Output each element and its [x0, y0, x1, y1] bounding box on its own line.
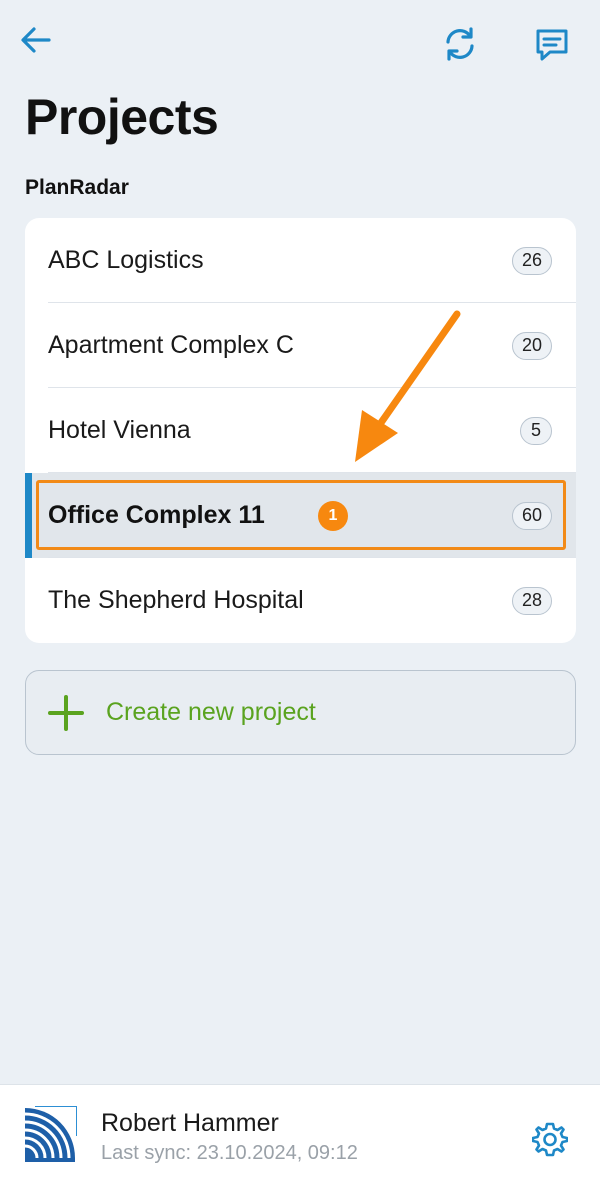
last-sync-timestamp: Last sync: 23.10.2024, 09:12: [101, 1142, 358, 1164]
create-project-label: Create new project: [106, 698, 316, 726]
user-name: Robert Hammer: [101, 1109, 279, 1137]
gear-icon: [532, 1122, 568, 1157]
planradar-logo-icon: [23, 1106, 77, 1162]
create-project-button[interactable]: Create new project: [25, 670, 576, 755]
plus-icon: [48, 695, 84, 731]
settings-button[interactable]: [528, 1117, 572, 1161]
footer: Robert Hammer Last sync: 23.10.2024, 09:…: [0, 1084, 600, 1196]
annotation-arrow-icon: [355, 310, 461, 462]
